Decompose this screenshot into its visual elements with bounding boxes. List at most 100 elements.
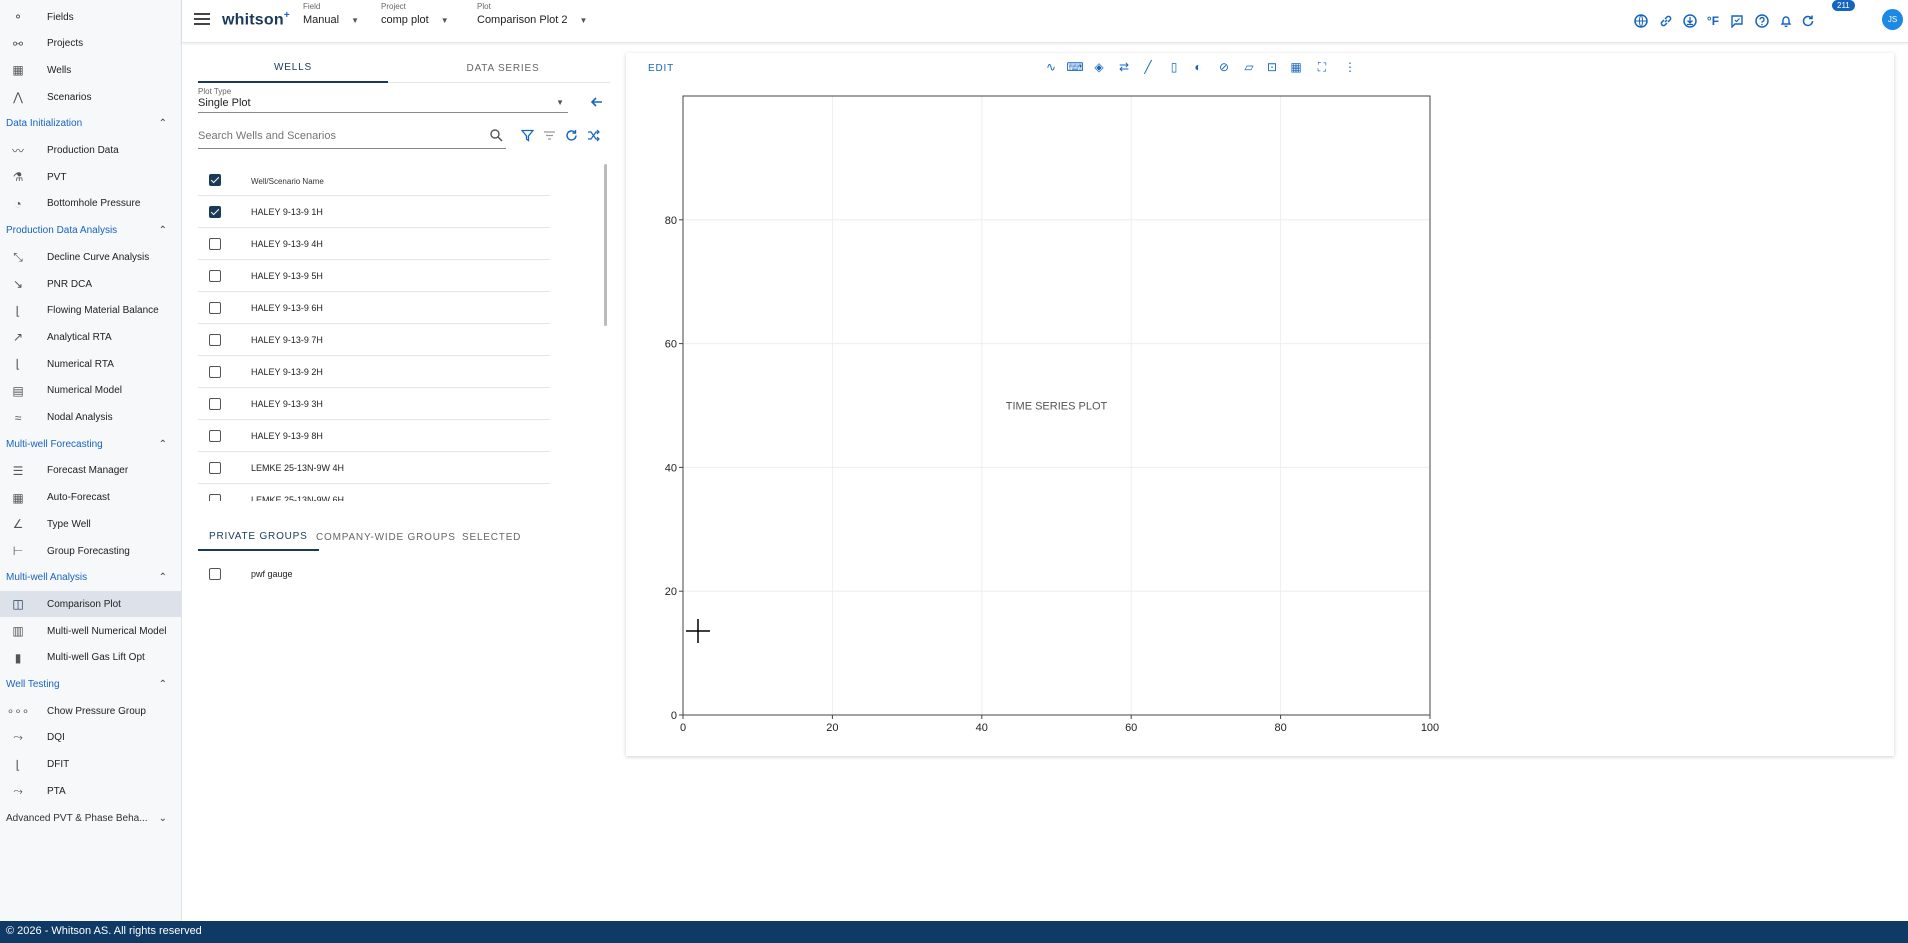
table-row[interactable]: HALEY 9-13-9 2H	[198, 356, 550, 388]
collapse-panel-arrow-icon[interactable]	[590, 95, 604, 112]
sidebar-item-chow-pressure-group[interactable]: ∘∘∘ Chow Pressure Group	[0, 698, 181, 724]
wells-grid-scrollbar[interactable]	[604, 164, 607, 326]
search-input[interactable]	[198, 130, 478, 142]
dqi-icon: ⤳	[13, 730, 23, 745]
group-row[interactable]: pwf gauge	[198, 560, 550, 590]
sidebar-section-production-data-analysis[interactable]: Production Data Analysis ⌃	[0, 219, 181, 243]
sidebar-item-pta[interactable]: ⤳ PTA	[0, 778, 181, 804]
group-checkbox[interactable]	[209, 568, 221, 580]
sidebar-item-scenarios[interactable]: ⋀ Scenarios	[0, 84, 181, 110]
sidebar: ⚬ Fields ⚯ Projects ▦ Wells ⋀ Scenarios Data Ini…	[0, 0, 182, 921]
sidebar-section-label: Data Initialization	[6, 118, 83, 130]
sidebar-section-multi-well-forecasting[interactable]: Multi-well Forecasting ⌃	[0, 432, 181, 456]
refresh-icon[interactable]	[1797, 10, 1819, 32]
sidebar-item-type-well[interactable]: ∠ Type Well	[0, 511, 181, 537]
app-logo[interactable]: whitson+	[222, 10, 290, 29]
shuffle-icon[interactable]	[587, 129, 600, 145]
sidebar-section-well-testing[interactable]: Well Testing ⌃	[0, 673, 181, 697]
field-selector[interactable]: Field Manual ▼	[303, 2, 359, 26]
sidebar-item-multi-well-numerical-model[interactable]: ▥ Multi-well Numerical Model	[0, 618, 181, 644]
sidebar-item-nodal-analysis[interactable]: ≈ Nodal Analysis	[0, 405, 181, 431]
sidebar-item-label: Fields	[47, 11, 74, 23]
table-row[interactable]: HALEY 9-13-9 5H	[198, 260, 550, 292]
sidebar-section-advanced-pvt-phase-beha[interactable]: Advanced PVT & Phase Beha... ⌄	[0, 806, 181, 830]
sidebar-item-pvt[interactable]: ⚗ PVT	[0, 164, 181, 190]
analytical-rta-icon: ↗	[12, 330, 24, 345]
tab-private-groups[interactable]: PRIVATE GROUPS	[198, 523, 319, 551]
filter-icon[interactable]	[520, 129, 535, 145]
sidebar-item-flowing-material-balance[interactable]: ⌊ Flowing Material Balance	[0, 298, 181, 324]
group-name: pwf gauge	[251, 569, 293, 579]
row-checkbox[interactable]	[209, 206, 221, 218]
menu-icon[interactable]	[194, 13, 210, 27]
sidebar-item-forecast-manager[interactable]: ☰ Forecast Manager	[0, 458, 181, 484]
table-row[interactable]: LEMKE 25-13N-9W 4H	[198, 452, 550, 484]
temperature-unit-icon[interactable]: °F	[1702, 10, 1724, 32]
select-all-checkbox[interactable]	[209, 174, 221, 186]
sidebar-item-label: Analytical RTA	[47, 331, 112, 343]
table-row[interactable]: HALEY 9-13-9 1H	[198, 196, 550, 228]
chart-placeholder-label: TIME SERIES PLOT	[1006, 401, 1108, 413]
sidebar-item-numerical-rta[interactable]: ⌊ Numerical RTA	[0, 351, 181, 377]
wells-icon: ▦	[12, 63, 24, 78]
sidebar-section-multi-well-analysis[interactable]: Multi-well Analysis ⌃	[0, 566, 181, 590]
time-series-chart[interactable]: 0 20 40 60 80 100 0 20 40 60 80 TIME SERIES PLOT	[626, 53, 1894, 756]
table-row[interactable]: LEMKE 25-13N-9W 6H	[198, 484, 550, 501]
sidebar-item-dqi[interactable]: ⤳ DQI	[0, 725, 181, 751]
group-forecasting-icon: ⊢	[12, 544, 24, 558]
project-selector[interactable]: Project comp plot ▼	[381, 2, 449, 26]
sidebar-item-label: Bottomhole Pressure	[47, 198, 141, 210]
sidebar-item-projects[interactable]: ⚯ Projects	[0, 31, 181, 57]
tab-wells[interactable]: WELLS	[198, 53, 388, 83]
projects-icon: ⚯	[12, 36, 24, 51]
sidebar-item-pnr-dca[interactable]: ↘ PNR DCA	[0, 271, 181, 297]
row-checkbox[interactable]	[209, 494, 221, 501]
table-row[interactable]: HALEY 9-13-9 4H	[198, 228, 550, 260]
feedback-icon[interactable]	[1726, 10, 1748, 32]
row-checkbox[interactable]	[209, 462, 221, 474]
row-checkbox[interactable]	[209, 430, 221, 442]
row-checkbox[interactable]	[209, 366, 221, 378]
sidebar-item-group-forecasting[interactable]: ⊢ Group Forecasting	[0, 538, 181, 564]
table-row[interactable]: HALEY 9-13-9 6H	[198, 292, 550, 324]
table-row[interactable]: HALEY 9-13-9 3H	[198, 388, 550, 420]
tab-company-wide-groups[interactable]: COMPANY-WIDE GROUPS	[305, 523, 467, 551]
sidebar-item-wells[interactable]: ▦ Wells	[0, 57, 181, 83]
help-icon[interactable]	[1751, 10, 1773, 32]
sidebar-item-decline-curve-analysis[interactable]: ⤡ Decline Curve Analysis	[0, 244, 181, 270]
tab-data-series[interactable]: DATA SERIES	[408, 53, 598, 83]
sidebar-item-label: Decline Curve Analysis	[47, 251, 150, 263]
sidebar-item-multi-well-gas-lift-opt[interactable]: ▮ Multi-well Gas Lift Opt	[0, 645, 181, 671]
row-checkbox[interactable]	[209, 334, 221, 346]
sidebar-item-bottomhole-pressure[interactable]: ◔ Bottomhole Pressure	[0, 191, 181, 217]
sidebar-item-numerical-model[interactable]: ▤ Numerical Model	[0, 378, 181, 404]
row-checkbox[interactable]	[209, 238, 221, 250]
plot-type-select[interactable]: Plot Type Single Plot ▼	[198, 87, 568, 113]
sidebar-item-production-data[interactable]: 〰 Production Data	[0, 138, 181, 164]
notifications-bell-icon[interactable]	[1775, 10, 1797, 32]
table-row[interactable]: HALEY 9-13-9 8H	[198, 420, 550, 452]
sidebar-item-auto-forecast[interactable]: ▦ Auto-Forecast	[0, 485, 181, 511]
material-balance-icon: ⌊	[15, 303, 21, 318]
sidebar-section-data-initialization[interactable]: Data Initialization ⌃	[0, 112, 181, 136]
row-checkbox[interactable]	[209, 270, 221, 282]
sidebar-item-comparison-plot[interactable]: ◫ Comparison Plot	[0, 591, 181, 618]
row-checkbox[interactable]	[209, 398, 221, 410]
tab-selected[interactable]: SELECTED	[451, 523, 532, 551]
plot-selector[interactable]: Plot Comparison Plot 2 ▼	[477, 2, 587, 26]
globe-icon[interactable]	[1630, 10, 1652, 32]
sidebar-item-fields[interactable]: ⚬ Fields	[0, 4, 181, 30]
search-icon	[490, 129, 503, 145]
x-tick-label: 20	[826, 722, 838, 734]
download-icon[interactable]	[1679, 10, 1701, 32]
reload-icon[interactable]	[565, 129, 578, 145]
table-row[interactable]: HALEY 9-13-9 7H	[198, 324, 550, 356]
sidebar-item-analytical-rta[interactable]: ↗ Analytical RTA	[0, 324, 181, 350]
link-icon[interactable]	[1655, 10, 1677, 32]
row-checkbox[interactable]	[209, 302, 221, 314]
plot-value: Comparison Plot 2	[477, 14, 568, 26]
sort-lines-icon[interactable]	[543, 129, 556, 145]
footer: © 2026 - Whitson AS. All rights reserved	[0, 921, 1908, 943]
avatar[interactable]: JS	[1882, 9, 1903, 30]
sidebar-item-dfit[interactable]: ⌊ DFIT	[0, 752, 181, 778]
